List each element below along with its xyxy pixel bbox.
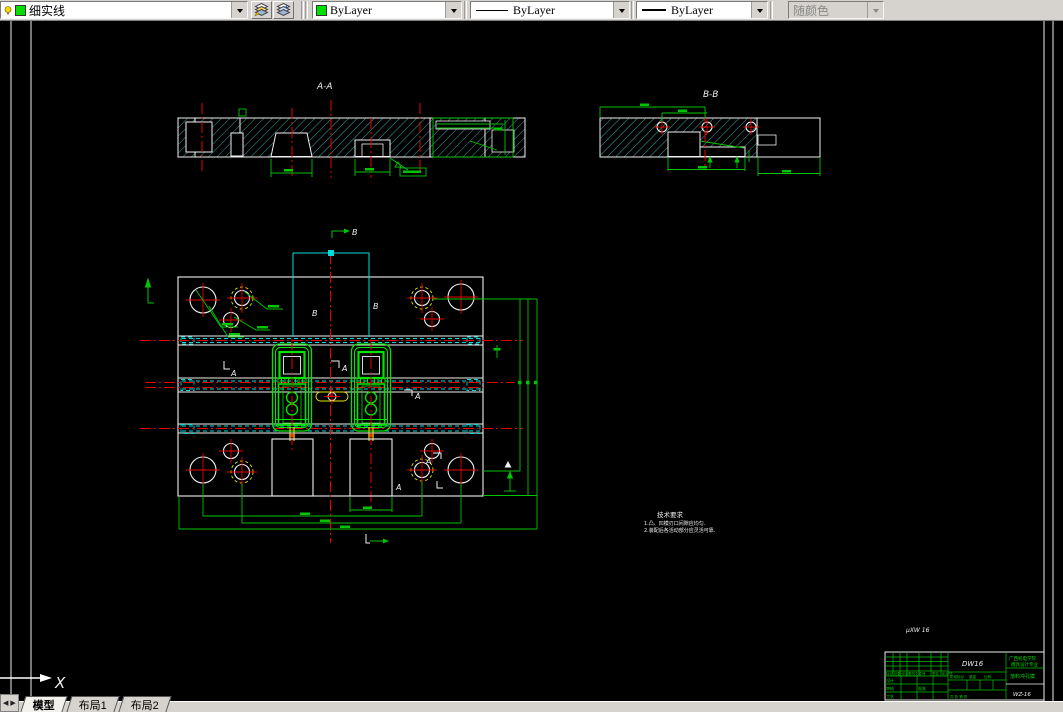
- svg-text:阶段标记: 阶段标记: [950, 674, 964, 679]
- svg-text:比例: 比例: [984, 674, 992, 679]
- tab-layout2[interactable]: 布局2: [118, 696, 172, 712]
- title-block-above-text: μXW 16: [905, 627, 930, 634]
- layers-arrow-icon: [254, 3, 269, 17]
- notes-line-2: 2.装配后各活动部分应灵活可靠.: [644, 527, 716, 534]
- layer-color-swatch: [15, 4, 26, 16]
- color-combo[interactable]: ByLayer: [312, 1, 462, 19]
- layer-status-bulb-icon: [4, 5, 12, 14]
- tab-nav-first-icon[interactable]: ◀: [3, 699, 8, 707]
- layers-previous-icon: [276, 3, 291, 17]
- svg-text:A: A: [395, 483, 401, 492]
- layer-combo[interactable]: 细实线: [0, 1, 248, 19]
- punch-assembly-right: [350, 339, 392, 509]
- technical-notes: 技术要求 1.凸、凹模刃口间隙应均匀. 2.装配后各活动部分应灵活可靠.: [644, 510, 716, 534]
- hole-centerlines: [186, 280, 478, 487]
- drawing-code: DW16: [962, 660, 984, 668]
- plot-style-combo-arrow: [867, 2, 883, 18]
- svg-text:A: A: [341, 364, 347, 373]
- svg-text:签名: 签名: [932, 671, 939, 676]
- part-leaders: [195, 289, 283, 338]
- svg-text:A: A: [230, 369, 236, 378]
- toolbar-separator: [464, 1, 467, 19]
- tab-layout1[interactable]: 布局1: [66, 696, 120, 712]
- center-slot: [315, 389, 349, 404]
- org-line-2: 模具设计专业: [1011, 661, 1038, 668]
- svg-text:B: B: [352, 228, 358, 237]
- plate-holes: [189, 283, 475, 484]
- toolbar-separator: [631, 1, 634, 19]
- ucs-icon: X: [0, 674, 66, 692]
- part-name: 落料冲孔模: [1010, 673, 1035, 680]
- svg-text:工艺: 工艺: [886, 694, 894, 699]
- layout-tabbar: ◀ ▶ 模型 布局1 布局2: [0, 694, 172, 712]
- section-arrow-b-bottom: [365, 534, 389, 544]
- toolbar-separator: [305, 1, 308, 19]
- ucs-x-label: X: [54, 674, 66, 692]
- svg-text:B: B: [312, 309, 318, 318]
- thread-circles: [230, 286, 434, 484]
- svg-text:更改文件号: 更改文件号: [908, 671, 926, 676]
- svg-text:标记: 标记: [886, 671, 894, 676]
- punch-assembly-left: [271, 339, 313, 453]
- make-layer-current-button[interactable]: [251, 1, 272, 19]
- tab-nav-buttons[interactable]: ◀ ▶: [0, 694, 19, 712]
- section-bb-view: B-B: [599, 90, 821, 176]
- section-arrow-b-top: B: [331, 228, 358, 238]
- org-line-1: 广西机电学院: [1009, 655, 1036, 662]
- toolbar-separator: [301, 1, 304, 19]
- linetype-combo[interactable]: ByLayer: [470, 1, 630, 19]
- toolbar-separator: [770, 1, 773, 19]
- color-swatch: [316, 4, 327, 16]
- layer-name: 细实线: [29, 3, 66, 18]
- tab-model[interactable]: 模型: [20, 696, 68, 712]
- datum-triangle: [504, 461, 512, 468]
- datum-arrow: [144, 277, 154, 304]
- section-bb-label: B-B: [703, 90, 718, 100]
- drawing-canvas[interactable]: X A-A B-B B B B A A A A A 技术要求 1.凸、凹模刃口间…: [0, 0, 1063, 712]
- sheet-frame: [10, 20, 1054, 702]
- tab-nav-last-icon[interactable]: ▶: [10, 699, 15, 707]
- lineweight-value: ByLayer: [671, 2, 713, 17]
- top-toolbar: 细实线 ByLayer ByLayer ByLayer 随颜色: [0, 0, 1063, 21]
- autocad-window: 细实线 ByLayer ByLayer ByLayer 随颜色 X A-A B-…: [0, 0, 1063, 712]
- svg-text:批准: 批准: [918, 685, 926, 691]
- plot-style-value: 随颜色: [793, 3, 830, 18]
- notes-title: 技术要求: [657, 510, 684, 519]
- lineweight-sample: [642, 9, 666, 11]
- lineweight-combo-arrow[interactable]: [751, 2, 767, 18]
- notes-line-1: 1.凸、凹模刃口间隙应均匀.: [644, 520, 706, 527]
- color-value: ByLayer: [330, 2, 372, 17]
- linetype-combo-arrow[interactable]: [613, 2, 629, 18]
- svg-text:共 张 第 张: 共 张 第 张: [950, 694, 968, 699]
- linetype-value: ByLayer: [513, 2, 555, 17]
- lineweight-combo[interactable]: ByLayer: [636, 1, 768, 19]
- svg-text:A: A: [414, 392, 420, 401]
- right-dimension-chain: [433, 298, 538, 529]
- section-aa-view: A-A: [177, 82, 526, 178]
- section-line-b: B B: [292, 250, 379, 337]
- svg-text:审核: 审核: [886, 685, 894, 691]
- svg-text:B: B: [373, 302, 379, 311]
- svg-text:重量: 重量: [969, 674, 977, 679]
- plot-style-combo: 随颜色: [788, 1, 884, 19]
- plan-view: B B B A A A A A: [140, 228, 538, 544]
- color-combo-arrow[interactable]: [445, 2, 461, 18]
- title-block: μXW 16 标记 处数 分区 更改文件号 签名 年月日 设计 审核 工艺 批准…: [884, 627, 1045, 701]
- layer-previous-button[interactable]: [273, 1, 294, 19]
- svg-text:设计: 设计: [886, 677, 894, 683]
- linetype-sample: [476, 9, 508, 11]
- layer-combo-arrow[interactable]: [231, 2, 247, 18]
- section-aa-label: A-A: [316, 82, 333, 92]
- svg-text:A: A: [425, 457, 431, 466]
- drawing-number: WZ-16: [1013, 692, 1031, 698]
